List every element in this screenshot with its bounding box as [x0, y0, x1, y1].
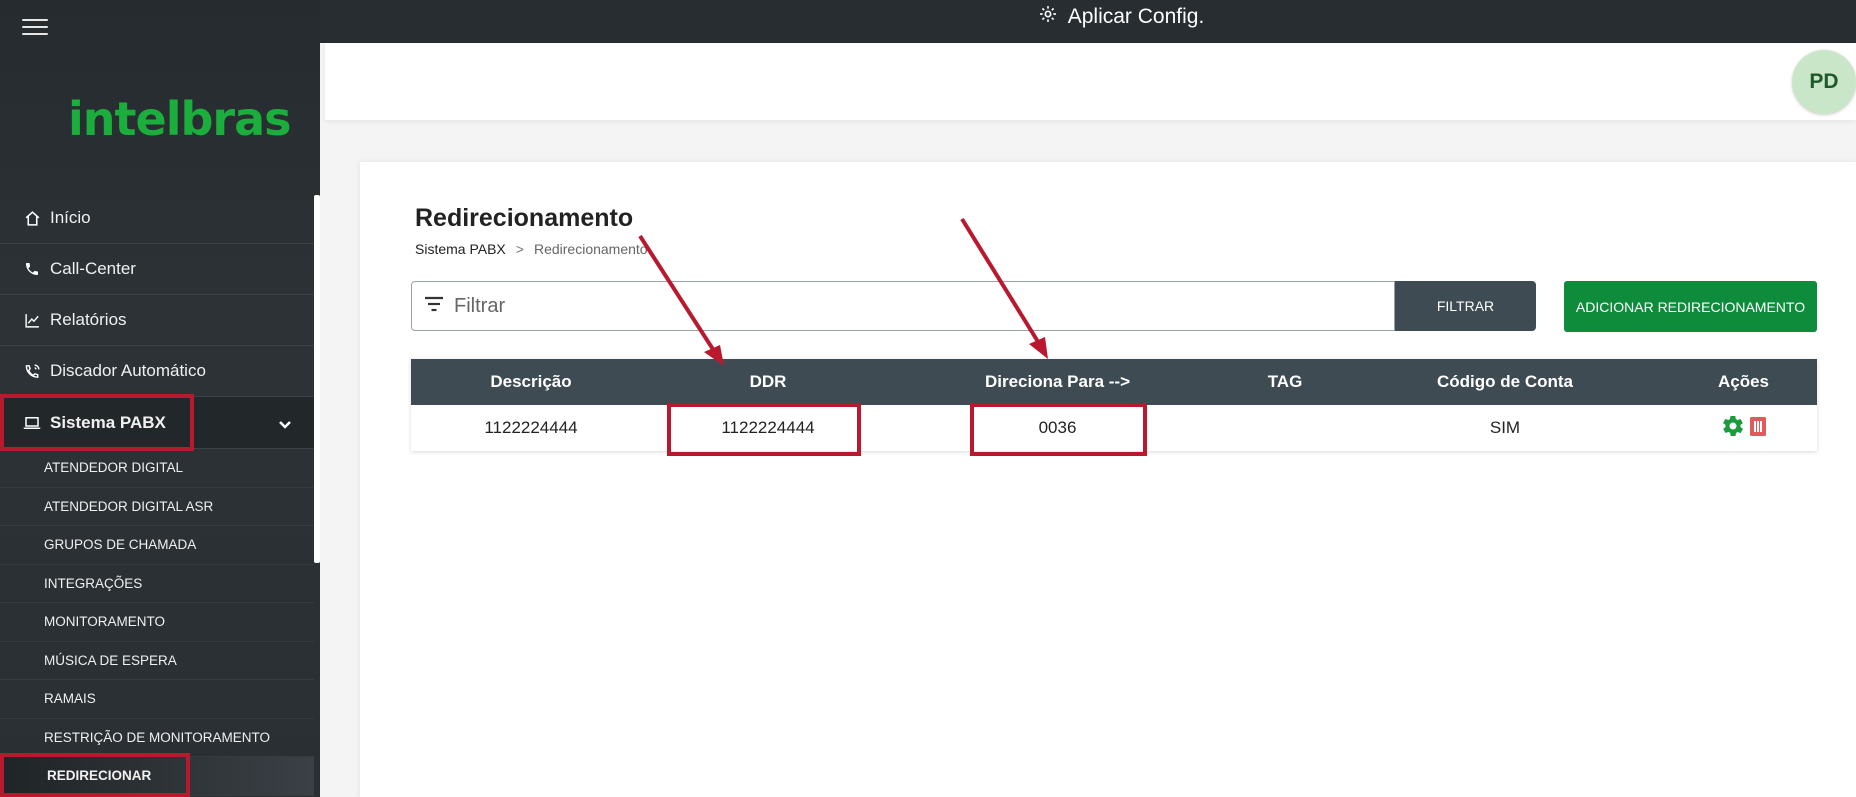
- filter-button[interactable]: FILTRAR: [1395, 281, 1536, 331]
- submenu-item-grupos-de-chamada[interactable]: GRUPOS DE CHAMADA: [0, 526, 314, 565]
- column-header-codigo-conta: Código de Conta: [1437, 372, 1573, 391]
- add-redirect-button[interactable]: ADICIONAR REDIRECIONAMENTO: [1564, 281, 1817, 332]
- cell-acoes: [1670, 414, 1817, 443]
- phone-icon: [22, 259, 42, 279]
- top-bar: Aplicar Config.: [320, 0, 1856, 43]
- sidebar-item-label: Call-Center: [50, 259, 136, 278]
- chart-icon: [22, 310, 42, 330]
- submenu-item-monitoramento[interactable]: MONITORAMENTO: [0, 603, 314, 642]
- sidebar-scrollbar[interactable]: [314, 195, 320, 563]
- avatar[interactable]: PD: [1792, 50, 1856, 114]
- column-header-ddr: DDR: [749, 372, 787, 391]
- breadcrumb: Sistema PABX > Redirecionamento: [415, 241, 648, 257]
- page-title: Redirecionamento: [415, 204, 634, 232]
- apply-config-button[interactable]: Aplicar Config.: [1038, 4, 1205, 30]
- apply-config-label: Aplicar Config.: [1067, 4, 1205, 28]
- content-card: Redirecionamento Sistema PABX > Redireci…: [360, 162, 1856, 797]
- sidebar-item-inicio[interactable]: Início: [0, 193, 314, 244]
- filter-input[interactable]: [454, 294, 1354, 318]
- sidebar-menu: Início Call-Center Relatórios Discador A…: [0, 193, 314, 796]
- cell-ddr: 1122224444: [721, 418, 815, 437]
- intelbras-logo: intelbras: [68, 92, 292, 146]
- submenu-item-redirecionar[interactable]: REDIRECIONAR: [0, 757, 314, 796]
- table-row: 1122224444 1122224444 0036 SIM: [411, 405, 1817, 451]
- home-icon: [22, 208, 42, 228]
- phone-dialer-icon: [22, 361, 42, 381]
- sidebar-item-label: Relatórios: [50, 310, 127, 329]
- sidebar-item-sistema-pabx[interactable]: Sistema PABX: [0, 397, 314, 449]
- sidebar-item-label: Início: [50, 208, 91, 227]
- hamburger-menu-icon[interactable]: [22, 14, 48, 36]
- chevron-down-icon[interactable]: [278, 415, 292, 435]
- redirect-table: Descrição DDR Direciona Para --> TAG Cód…: [411, 359, 1817, 451]
- cell-descricao: 1122224444: [484, 418, 578, 437]
- column-header-tag: TAG: [1267, 372, 1303, 391]
- sidebar-item-label: Sistema PABX: [50, 412, 166, 432]
- laptop-icon: [22, 413, 42, 433]
- sidebar: intelbras Início Call-Center Relatórios …: [0, 0, 320, 797]
- table-header: Descrição DDR Direciona Para --> TAG Cód…: [411, 359, 1817, 405]
- sidebar-item-discador[interactable]: Discador Automático: [0, 346, 314, 397]
- submenu-item-integracoes[interactable]: INTEGRAÇÕES: [0, 565, 314, 603]
- sidebar-item-relatorios[interactable]: Relatórios: [0, 295, 314, 346]
- column-header-direciona-para: Direciona Para -->: [984, 372, 1131, 391]
- column-header-acoes: Ações: [1717, 372, 1770, 391]
- column-header-descricao: Descrição: [490, 372, 572, 391]
- breadcrumb-parent[interactable]: Sistema PABX: [415, 241, 506, 257]
- sidebar-item-call-center[interactable]: Call-Center: [0, 244, 314, 295]
- sidebar-item-label: Discador Automático: [50, 361, 206, 380]
- filter-icon: [424, 296, 444, 317]
- submenu-item-ramais[interactable]: RAMAIS: [0, 680, 314, 719]
- breadcrumb-current: Redirecionamento: [533, 241, 648, 257]
- gear-icon: [1038, 4, 1058, 30]
- edit-gear-icon[interactable]: [1721, 414, 1745, 443]
- breadcrumb-separator: >: [515, 241, 524, 257]
- submenu-item-atendedor-digital[interactable]: ATENDEDOR DIGITAL: [0, 449, 314, 488]
- cell-direciona: 0036: [1038, 418, 1077, 437]
- cell-codigo: SIM: [1489, 418, 1521, 437]
- submenu-item-atendedor-digital-asr[interactable]: ATENDEDOR DIGITAL ASR: [0, 488, 314, 526]
- submenu-item-musica-de-espera[interactable]: MÚSICA DE ESPERA: [0, 642, 314, 680]
- header-bar: PD: [325, 43, 1856, 120]
- submenu-item-restricao-monitoramento[interactable]: RESTRIÇÃO DE MONITORAMENTO: [0, 719, 314, 757]
- delete-trash-icon[interactable]: [1749, 415, 1767, 442]
- filter-field: [411, 281, 1395, 331]
